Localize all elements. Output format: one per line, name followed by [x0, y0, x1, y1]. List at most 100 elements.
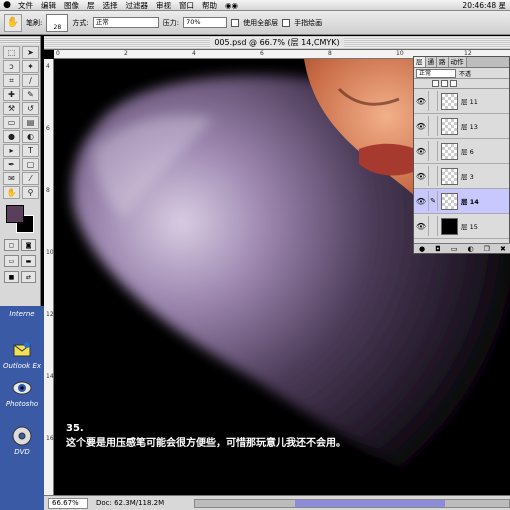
link-slot[interactable] [428, 116, 438, 136]
history-brush-tool-icon[interactable]: ↺ [22, 102, 39, 115]
blur-tool-icon[interactable]: ● [3, 130, 20, 143]
link-slot[interactable] [428, 166, 438, 186]
ruler-tick-label: 4 [46, 63, 50, 70]
horizontal-scrollbar[interactable] [194, 498, 510, 508]
zoom-tool-icon[interactable]: ⚲ [22, 186, 39, 199]
crop-tool-icon[interactable]: ⌗ [3, 74, 20, 87]
visibility-eye-icon[interactable]: 👁 [414, 222, 428, 231]
magic-wand-tool-icon[interactable]: ✦ [22, 60, 39, 73]
adjustment-layer-icon[interactable]: ◐ [468, 245, 474, 253]
menu-filter[interactable]: 过滤器 [122, 0, 153, 11]
blend-mode-select[interactable]: 正常 [416, 68, 456, 78]
finger-paint-checkbox[interactable] [282, 18, 291, 27]
layer-row[interactable]: 👁 层 6 [414, 139, 509, 164]
menu-layer[interactable]: 层 [83, 0, 99, 11]
move-tool-icon[interactable]: ➤ [22, 46, 39, 59]
layer-thumbnail [441, 142, 458, 160]
document-size[interactable]: Doc: 62.3M/118.2M [96, 498, 186, 509]
desktop-label-photoshop: Photosho [0, 400, 44, 408]
marquee-tool-icon[interactable]: ⬚ [3, 46, 20, 59]
menu-view[interactable]: 审视 [152, 0, 175, 11]
apple-menu-icon[interactable]: ● [0, 0, 14, 10]
status-bar: 66.67% Doc: 62.3M/118.2M [44, 495, 510, 510]
document-titlebar[interactable]: 005.psd @ 66.7% (层 14,CMYK) [44, 36, 510, 50]
type-tool-icon[interactable]: T [22, 144, 39, 157]
menu-file[interactable]: 文件 [14, 0, 37, 11]
brush-preset-picker[interactable]: 28 [46, 13, 69, 32]
path-select-tool-icon[interactable]: ▸ [3, 144, 20, 157]
mode-select[interactable]: 正常 [92, 17, 159, 28]
screen-mode-full-button[interactable]: ▬ [21, 255, 36, 267]
notes-tool-icon[interactable]: ✉ [3, 172, 20, 185]
mask-icon[interactable]: ◘ [435, 245, 441, 253]
tab-paths[interactable]: 路 [437, 57, 449, 67]
desktop-item-outlook[interactable]: Outlook Ex [0, 340, 44, 370]
foreground-color-swatch[interactable] [6, 205, 24, 223]
mask-mode-row: ▢ ◙ [0, 237, 40, 253]
screen-mode-black-button[interactable]: ■ [4, 271, 19, 283]
pen-tool-icon[interactable]: ✒ [3, 158, 20, 171]
photoshop-eye-icon [12, 381, 32, 395]
layer-thumbnail [441, 192, 458, 210]
visibility-eye-icon[interactable]: 👁 [414, 97, 428, 106]
desktop-item-dvd[interactable]: DVD [0, 426, 44, 456]
layer-name: 层 14 [461, 198, 479, 206]
link-slot[interactable] [428, 91, 438, 111]
hand-tool-icon[interactable]: ✋ [3, 186, 20, 199]
tab-layers[interactable]: 层 [414, 57, 426, 67]
smudge-tool-icon[interactable]: ✋ [4, 13, 22, 32]
new-set-icon[interactable]: ▭ [451, 245, 458, 253]
desktop-item-photoshop[interactable]: Photosho [0, 378, 44, 408]
gradient-tool-icon[interactable]: ▤ [22, 116, 39, 129]
slice-tool-icon[interactable]: ∕ [22, 74, 39, 87]
tutorial-caption: 35. 这个要是用压感笔可能会很方便些，可惜那玩意儿我还不会用。 [66, 421, 346, 451]
menu-image[interactable]: 图像 [60, 0, 83, 11]
shape-tool-icon[interactable]: ▢ [22, 158, 39, 171]
link-slot[interactable] [428, 141, 438, 161]
visibility-eye-icon[interactable]: 👁 [414, 197, 428, 206]
jump-to-imageready-button[interactable]: ⇄ [21, 271, 36, 283]
trash-icon[interactable]: ✖ [500, 245, 506, 253]
dodge-tool-icon[interactable]: ◐ [22, 130, 39, 143]
tab-channels[interactable]: 通 [425, 57, 437, 67]
menu-window[interactable]: 窗口 [175, 0, 198, 11]
brush-indicator-icon[interactable]: ✎ [428, 191, 438, 211]
lock-transparency-checkbox[interactable] [432, 80, 439, 87]
screen-mode-standard-button[interactable]: ▭ [4, 255, 19, 267]
layer-row[interactable]: 👁 层 11 [414, 89, 509, 114]
tab-actions[interactable]: 动作 [448, 57, 467, 67]
visibility-eye-icon[interactable]: 👁 [414, 172, 428, 181]
eyedropper-tool-icon[interactable]: ⁄ [22, 172, 39, 185]
ruler-tick-label: 8 [328, 50, 332, 57]
menu-edit[interactable]: 编辑 [37, 0, 60, 11]
healing-tool-icon[interactable]: ✚ [3, 88, 20, 101]
brush-tool-icon[interactable]: ✎ [22, 88, 39, 101]
link-slot[interactable] [428, 216, 438, 236]
scrollbar-thumb[interactable] [295, 499, 445, 507]
eraser-tool-icon[interactable]: ▭ [3, 116, 20, 129]
layer-style-icon[interactable]: ● [419, 245, 425, 253]
desktop-item-internet[interactable]: Interne [0, 310, 44, 318]
desktop-label-dvd: DVD [0, 448, 44, 456]
zoom-level-field[interactable]: 66.67% [48, 497, 88, 509]
layer-row[interactable]: 👁 层 15 [414, 214, 509, 239]
use-all-layers-checkbox[interactable] [231, 18, 240, 27]
layer-row[interactable]: 👁 层 13 [414, 114, 509, 139]
new-layer-icon[interactable]: ❐ [484, 245, 490, 253]
lock-image-checkbox[interactable] [441, 80, 448, 87]
quickmask-mode-button[interactable]: ◙ [21, 239, 36, 251]
ruler-vertical[interactable]: 4 6 8 10 12 14 16 [44, 59, 54, 495]
menu-help[interactable]: 帮助 [198, 0, 221, 11]
visibility-eye-icon[interactable]: 👁 [414, 147, 428, 156]
lasso-tool-icon[interactable]: ↄ [3, 60, 20, 73]
layer-row[interactable]: 👁 层 3 [414, 164, 509, 189]
menu-select[interactable]: 选择 [99, 0, 122, 11]
lock-position-checkbox[interactable] [450, 80, 457, 87]
toolbox-titlebar[interactable] [0, 36, 40, 44]
visibility-eye-icon[interactable]: 👁 [414, 122, 428, 131]
ruler-tick-label: 4 [192, 50, 196, 57]
pressure-input[interactable]: 70% [183, 17, 228, 28]
layer-row[interactable]: 👁 ✎ 层 14 [414, 189, 509, 214]
clone-stamp-tool-icon[interactable]: ⚒ [3, 102, 20, 115]
standard-mode-button[interactable]: ▢ [4, 239, 19, 251]
